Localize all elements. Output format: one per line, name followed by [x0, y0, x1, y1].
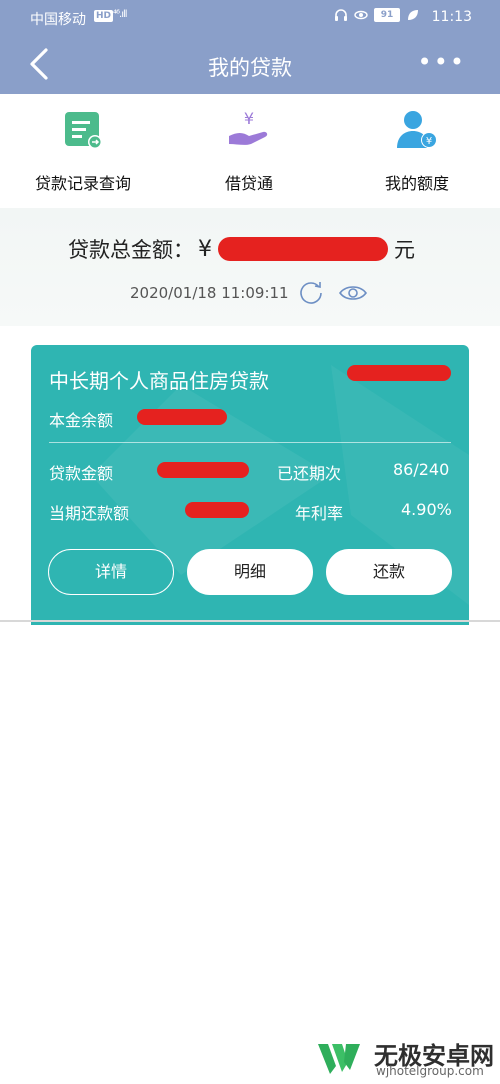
breakdown-button[interactable]: 明细	[187, 549, 313, 595]
quick-entry-label: 我的额度	[384, 174, 449, 193]
redacted-current-repayment	[185, 502, 249, 518]
redacted-principal	[137, 409, 227, 425]
annual-rate-value: 4.90%	[401, 500, 452, 519]
quick-entry-my-quota[interactable]: ¥ 我的额度	[334, 106, 500, 194]
loan-card[interactable]: 中长期个人商品住房贷款 本金余额 贷款金额 已还期次 86/240 当期还款额 …	[31, 345, 469, 625]
carrier-name: 中国移动	[30, 12, 86, 28]
loan-type-title: 中长期个人商品住房贷款	[49, 369, 269, 393]
hd-badge: HD	[94, 10, 114, 22]
record-search-icon	[65, 112, 102, 149]
watermark: 无极安卓网 wjhotelgroup.com	[316, 1032, 496, 1080]
total-amount-row: 贷款总金额： ¥ 元	[68, 234, 415, 264]
clock: 11:13	[431, 9, 472, 25]
svg-text:¥: ¥	[244, 109, 254, 128]
watermark-logo-icon	[318, 1044, 360, 1074]
signal-icon: ⁴⁶.ıll	[113, 9, 127, 20]
redacted-amount	[218, 237, 388, 261]
user-yen-icon: ¥	[397, 111, 437, 148]
details-button[interactable]: 详情	[48, 549, 174, 595]
repaid-periods-label: 已还期次	[277, 464, 342, 483]
status-icons: 91	[334, 8, 420, 22]
quick-entry-bar: 贷款记录查询 ¥ 借贷通 ¥ 我的额度	[0, 94, 500, 206]
currency-symbol: ¥	[198, 236, 212, 262]
current-repayment-label: 当期还款额	[49, 504, 130, 523]
battery-icon: 91	[374, 8, 400, 22]
total-amount-label: 贷款总金额：	[68, 238, 194, 262]
redacted-loan-amount	[157, 462, 249, 478]
status-bar: 中国移动 HD ⁴⁶.ıll 91 11:13	[0, 0, 500, 36]
quick-entry-label: 借贷通	[224, 174, 273, 193]
hand-yen-icon: ¥	[229, 109, 268, 145]
svg-text:¥: ¥	[426, 136, 432, 147]
refresh-icon[interactable]	[298, 279, 324, 305]
update-timestamp: 2020/01/18 11:09:11	[130, 284, 289, 302]
currency-unit: 元	[394, 238, 415, 262]
principal-label: 本金余额	[49, 411, 114, 430]
more-options-icon[interactable]: •••	[418, 50, 466, 74]
quick-entry-loan-records[interactable]: 贷款记录查询	[0, 106, 166, 194]
loan-amount-label: 贷款金额	[49, 464, 114, 483]
eye-comfort-icon	[354, 10, 368, 20]
quick-entry-borrowing[interactable]: ¥ 借贷通	[166, 106, 332, 194]
leaf-icon	[408, 10, 418, 20]
repaid-periods-value: 86/240	[393, 460, 450, 479]
annual-rate-label: 年利率	[295, 504, 344, 523]
repay-button[interactable]: 还款	[326, 549, 452, 595]
watermark-url: wjhotelgroup.com	[376, 1064, 484, 1078]
headphone-icon	[335, 9, 347, 21]
card-divider	[49, 442, 451, 443]
content-edge-line	[0, 620, 500, 622]
redacted-account	[347, 365, 451, 381]
eye-icon[interactable]	[338, 283, 368, 303]
quick-entry-label: 贷款记录查询	[34, 174, 131, 193]
loan-summary: 贷款总金额： ¥ 元 2020/01/18 11:09:11	[0, 208, 500, 326]
app-header: 中国移动 HD ⁴⁶.ıll 91 11:13 我的贷款 •••	[0, 0, 500, 94]
